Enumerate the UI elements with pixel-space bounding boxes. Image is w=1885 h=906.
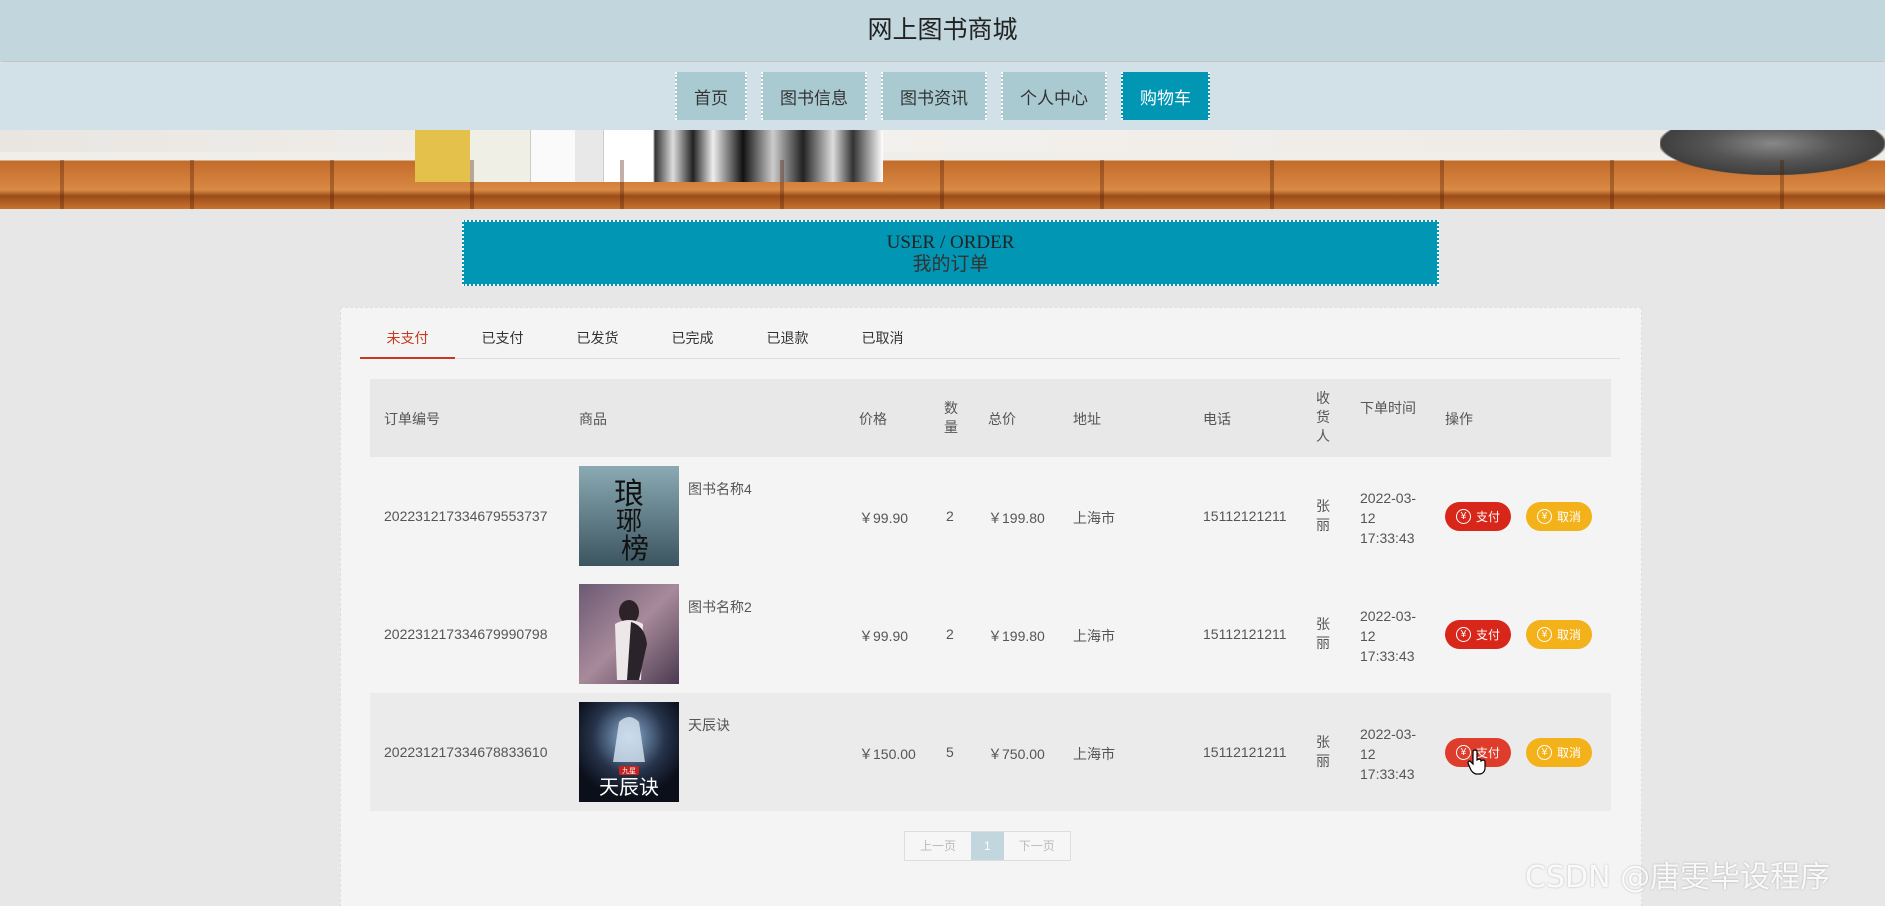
order-number: 202231217334679990798 — [384, 626, 548, 642]
quantity: 2 — [946, 626, 954, 642]
tab-shipped[interactable]: 已发货 — [550, 323, 645, 359]
tab-unpaid[interactable]: 未支付 — [360, 323, 455, 359]
table-row: 202231217334678833610 九星 天辰诀 天辰诀 ￥150.00… — [370, 693, 1611, 811]
tab-refunded[interactable]: 已退款 — [740, 323, 835, 359]
cover-tianchen: 九星 天辰诀 — [579, 702, 679, 802]
cancel-label: 取消 — [1556, 510, 1581, 524]
pagination: 上一页 1 下一页 — [904, 831, 1071, 861]
receiver: 张丽 — [1316, 616, 1330, 651]
nav-item-book-news[interactable]: 图书资讯 — [881, 72, 987, 120]
order-title-cn: 我的订单 — [912, 254, 989, 275]
cover-couple — [579, 584, 679, 684]
cover-langya: 琅 琊 榜 — [579, 466, 679, 566]
order-number: 202231217334678833610 — [384, 744, 548, 760]
hand-cursor-icon — [1467, 749, 1486, 775]
nav-item-cart[interactable]: 购物车 — [1121, 72, 1210, 120]
address: 上海市 — [1073, 746, 1115, 762]
banner-wall — [0, 130, 1885, 152]
total-price: ￥199.80 — [988, 510, 1045, 526]
pay-label: 支付 — [1475, 628, 1500, 642]
watermark-text: CSDN @唐雯毕设程序 — [1525, 860, 1831, 895]
tab-cancelled[interactable]: 已取消 — [835, 323, 930, 359]
product-name[interactable]: 天辰诀 — [688, 715, 730, 735]
order-time: 2022-03-12 17:33:43 — [1360, 608, 1417, 664]
table-row: 202231217334679553737 琅 琊 榜 图书名称4 ￥99.90… — [370, 457, 1611, 575]
cancel-button[interactable]: ¥ 取消 — [1526, 738, 1592, 767]
table-row: 202231217334679990798 图书名称2 ￥99.90 2 ￥19… — [370, 575, 1611, 693]
product-name[interactable]: 图书名称4 — [688, 479, 752, 499]
svg-text:天辰诀: 天辰诀 — [599, 775, 659, 799]
order-title-en: USER / ORDER — [886, 232, 1015, 253]
phone: 15112121211 — [1203, 744, 1287, 760]
prev-page-button[interactable]: 上一页 — [905, 832, 972, 860]
site-title: 网上图书商城 — [867, 16, 1018, 44]
banner-image — [0, 130, 1885, 209]
order-time: 2022-03-12 17:33:43 — [1360, 726, 1417, 782]
yen-icon: ¥ — [1455, 509, 1471, 524]
phone: 15112121211 — [1203, 508, 1287, 524]
order-table: 订单编号 商品 价格 数量 总价 地址 电话 收货人 下单时间 操作 20223… — [370, 379, 1611, 811]
th-product: 商品 — [579, 411, 607, 427]
nav-item-user-center[interactable]: 个人中心 — [1001, 72, 1107, 120]
banner-books — [415, 130, 883, 182]
quantity: 2 — [946, 508, 954, 524]
next-page-button[interactable]: 下一页 — [1003, 832, 1070, 860]
order-section-title: USER / ORDER 我的订单 — [462, 220, 1439, 286]
nav-item-home[interactable]: 首页 — [675, 72, 747, 120]
cancel-label: 取消 — [1556, 746, 1581, 760]
price: ￥99.90 — [859, 628, 909, 644]
th-address: 地址 — [1073, 411, 1101, 427]
pay-button[interactable]: ¥ 支付 — [1445, 502, 1511, 531]
yen-icon: ¥ — [1536, 627, 1552, 642]
product-name[interactable]: 图书名称2 — [688, 597, 752, 617]
nav-item-book-info[interactable]: 图书信息 — [761, 72, 867, 120]
cancel-button[interactable]: ¥ 取消 — [1526, 620, 1592, 649]
pay-button[interactable]: ¥ 支付 — [1445, 620, 1511, 649]
th-order-time: 下单时间 — [1360, 400, 1416, 416]
yen-icon: ¥ — [1536, 745, 1552, 760]
order-status-tabs: 未支付 已支付 已发货 已完成 已退款 已取消 — [360, 323, 1620, 359]
address: 上海市 — [1073, 628, 1115, 644]
quantity: 5 — [946, 744, 954, 760]
th-actions: 操作 — [1445, 411, 1473, 427]
cancel-label: 取消 — [1556, 628, 1581, 642]
receiver: 张丽 — [1316, 498, 1330, 533]
svg-text:九星: 九星 — [622, 766, 636, 775]
book-cover-image[interactable]: 琅 琊 榜 — [579, 466, 679, 566]
page-number-current[interactable]: 1 — [971, 832, 1004, 860]
svg-text:榜: 榜 — [621, 532, 649, 565]
banner-stone — [1660, 130, 1885, 175]
price: ￥150.00 — [859, 746, 916, 762]
th-qty: 数量 — [944, 400, 958, 435]
pay-label: 支付 — [1475, 510, 1500, 524]
site-header: 网上图书商城 — [0, 0, 1885, 61]
tab-paid[interactable]: 已支付 — [455, 323, 550, 359]
price: ￥99.90 — [859, 510, 909, 526]
th-total: 总价 — [988, 411, 1016, 427]
yen-icon: ¥ — [1536, 509, 1552, 524]
yen-icon: ¥ — [1455, 627, 1471, 642]
tab-completed[interactable]: 已完成 — [645, 323, 740, 359]
phone: 15112121211 — [1203, 626, 1287, 642]
book-cover-image[interactable] — [579, 584, 679, 684]
total-price: ￥750.00 — [988, 746, 1045, 762]
address: 上海市 — [1073, 510, 1115, 526]
th-order-no: 订单编号 — [384, 411, 440, 427]
receiver: 张丽 — [1316, 734, 1330, 769]
th-receiver: 收货人 — [1316, 390, 1330, 444]
main-nav: 首页 图书信息 图书资讯 个人中心 购物车 — [0, 62, 1885, 130]
th-price: 价格 — [859, 411, 887, 427]
cancel-button[interactable]: ¥ 取消 — [1526, 502, 1592, 531]
order-time: 2022-03-12 17:33:43 — [1360, 490, 1417, 546]
th-phone: 电话 — [1203, 411, 1231, 427]
total-price: ￥199.80 — [988, 628, 1045, 644]
table-header: 订单编号 商品 价格 数量 总价 地址 电话 收货人 下单时间 操作 — [370, 379, 1611, 457]
order-number: 202231217334679553737 — [384, 508, 548, 524]
book-cover-image[interactable]: 九星 天辰诀 — [579, 702, 679, 802]
